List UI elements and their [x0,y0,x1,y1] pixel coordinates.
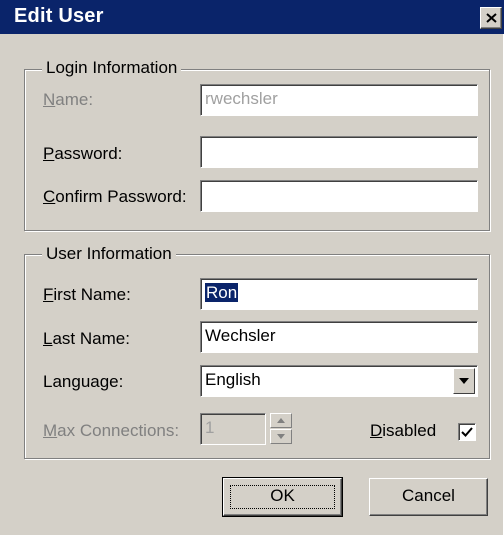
confirm-password-label-text: onfirm Password: [55,187,187,206]
password-label: Password: [43,144,122,164]
disabled-label: Disabled [370,421,436,441]
cancel-button-label: Cancel [402,486,455,505]
max-connections-label-text: ax Connections: [57,421,180,440]
language-select[interactable]: English [200,365,478,397]
arrow-down-icon [277,434,285,439]
login-information-label: Login Information [42,58,182,78]
max-connections-field: 1 [200,413,266,445]
language-label: Language: [43,372,124,391]
first-name-label-mnemonic: F [43,285,54,304]
user-information-label: User Information [42,244,176,264]
max-connections-spin-down [270,429,292,444]
confirm-password-label-mnemonic: C [43,187,56,206]
title-bar[interactable]: Edit User [0,0,504,34]
language-dropdown-button[interactable] [453,368,475,394]
first-name-label: First Name: [43,285,131,305]
disabled-label-mnemonic: D [370,421,383,440]
last-name-label-text: ast Name: [52,329,130,348]
max-connections-spin-up [270,413,292,428]
arrow-up-icon [277,418,285,423]
window-title: Edit User [14,5,104,27]
edit-user-dialog: Edit User Login Information Name: rwechs… [0,0,504,535]
chevron-down-icon [459,378,469,384]
ok-button[interactable]: OK [222,477,343,517]
language-selected-value: English [205,370,261,389]
confirm-password-label: Confirm Password: [43,187,187,207]
disabled-label-text: isabled [382,421,437,440]
password-label-mnemonic: P [43,144,55,163]
close-icon [486,13,497,23]
cancel-button[interactable]: Cancel [369,478,488,516]
last-name-field[interactable]: Wechsler [200,321,478,353]
password-field[interactable] [200,136,478,168]
close-button[interactable] [480,7,502,29]
name-label-text: ame: [55,90,94,109]
last-name-label: Last Name: [43,329,130,349]
first-name-label-text: irst Name: [53,285,131,304]
name-label-mnemonic: N [43,90,56,109]
ok-button-label: OK [270,486,295,505]
password-label-text: assword: [54,144,123,163]
name-label: Name: [43,90,93,110]
name-field: rwechsler [200,84,478,116]
confirm-password-field[interactable] [200,180,478,212]
first-name-field[interactable]: Ron [200,278,478,310]
max-connections-label-mnemonic: M [43,421,58,440]
check-icon [461,427,473,437]
disabled-checkbox[interactable] [458,423,476,441]
max-connections-label: Max Connections: [43,421,179,441]
first-name-selected-text: Ron [205,283,239,302]
